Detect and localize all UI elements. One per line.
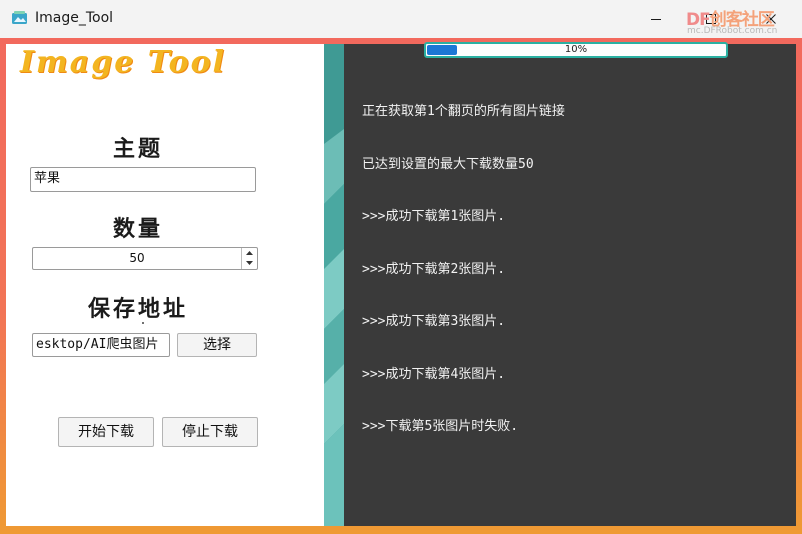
choose-folder-button[interactable]: 选择: [177, 333, 257, 357]
chevron-up-icon[interactable]: [242, 248, 257, 258]
log-line: >>>成功下载第2张图片.: [362, 261, 506, 277]
log-line: >>>成功下载第1张图片.: [362, 209, 506, 224]
decorative-stripe: [324, 44, 344, 526]
progress-label: 10%: [564, 44, 588, 55]
count-label: 数量: [113, 217, 164, 242]
maximize-button[interactable]: [688, 0, 734, 38]
image-app-icon: [12, 11, 27, 24]
divider-dot: [142, 322, 144, 324]
topic-label: 主题: [113, 137, 164, 162]
log-line: 正在获取第1个翻页的所有图片链接: [362, 104, 565, 119]
count-spinbox[interactable]: 50: [32, 247, 258, 270]
close-button[interactable]: [748, 0, 794, 38]
minimize-icon: [651, 19, 661, 20]
maximize-icon: [706, 14, 716, 24]
log-line: >>>成功下载第3张图片.: [362, 314, 506, 329]
topic-input[interactable]: 苹果: [30, 167, 256, 192]
app-logo: Image Tool: [20, 45, 227, 80]
log-output: 正在获取第1个翻页的所有图片链接 已达到设置的最大下载数量50 >>>成功下载第…: [362, 68, 782, 453]
save-path-label: 保存地址: [88, 297, 189, 322]
stop-download-button[interactable]: 停止下载: [162, 417, 258, 447]
start-download-button[interactable]: 开始下载: [58, 417, 154, 447]
close-icon: [766, 14, 776, 24]
minimize-button[interactable]: [633, 0, 679, 38]
log-line: >>>下载第5张图片时失败.: [362, 419, 519, 434]
title-bar: Image_Tool DF创客社区 mc.DFRobot.com.cn: [0, 0, 802, 38]
settings-panel: [6, 44, 324, 526]
download-progress-bar: 10%: [424, 42, 728, 58]
log-line: 已达到设置的最大下载数量50: [362, 156, 534, 172]
log-line: >>>成功下载第4张图片.: [362, 366, 506, 382]
chevron-down-icon[interactable]: [242, 258, 257, 268]
window-title: Image_Tool: [35, 10, 114, 26]
count-value[interactable]: 50: [33, 248, 241, 269]
save-path-input[interactable]: esktop/AI爬虫图片: [32, 333, 170, 357]
spin-arrows: [241, 248, 257, 269]
